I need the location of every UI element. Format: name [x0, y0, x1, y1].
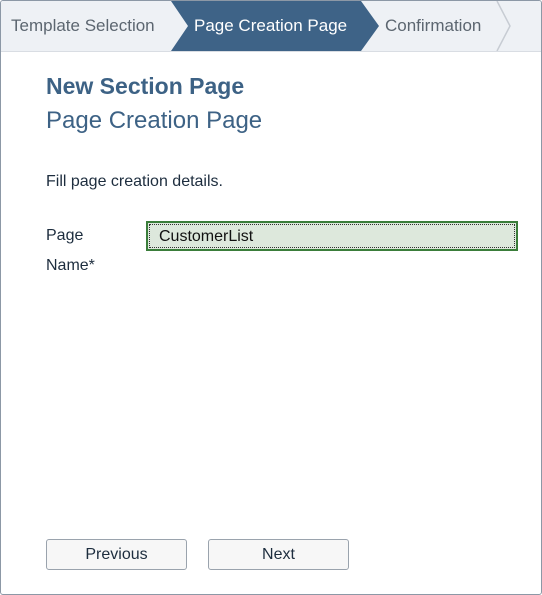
wizard-dialog: Template Selection Page Creation Page Co… [0, 0, 542, 595]
page-name-label-line2: Name* [46, 257, 95, 274]
previous-button[interactable]: Previous [46, 539, 187, 570]
next-button[interactable]: Next [208, 539, 349, 570]
wizard-step-separator [496, 1, 511, 51]
instruction-text: Fill page creation details. [46, 173, 223, 190]
wizard-step-template-selection[interactable]: Template Selection [11, 1, 155, 51]
wizard-step-page-creation[interactable]: Page Creation Page [194, 1, 347, 51]
page-name-label: Page Name* [46, 221, 136, 281]
page-name-input-value[interactable]: CustomerList [149, 224, 515, 248]
page-subtitle: Page Creation Page [46, 107, 263, 134]
page-name-label-line1: Page [46, 227, 84, 244]
page-name-input[interactable]: CustomerList [146, 221, 518, 251]
page-title: New Section Page [46, 73, 245, 99]
wizard-progress-bar: Template Selection Page Creation Page Co… [1, 1, 541, 52]
wizard-step-confirmation[interactable]: Confirmation [385, 1, 481, 51]
